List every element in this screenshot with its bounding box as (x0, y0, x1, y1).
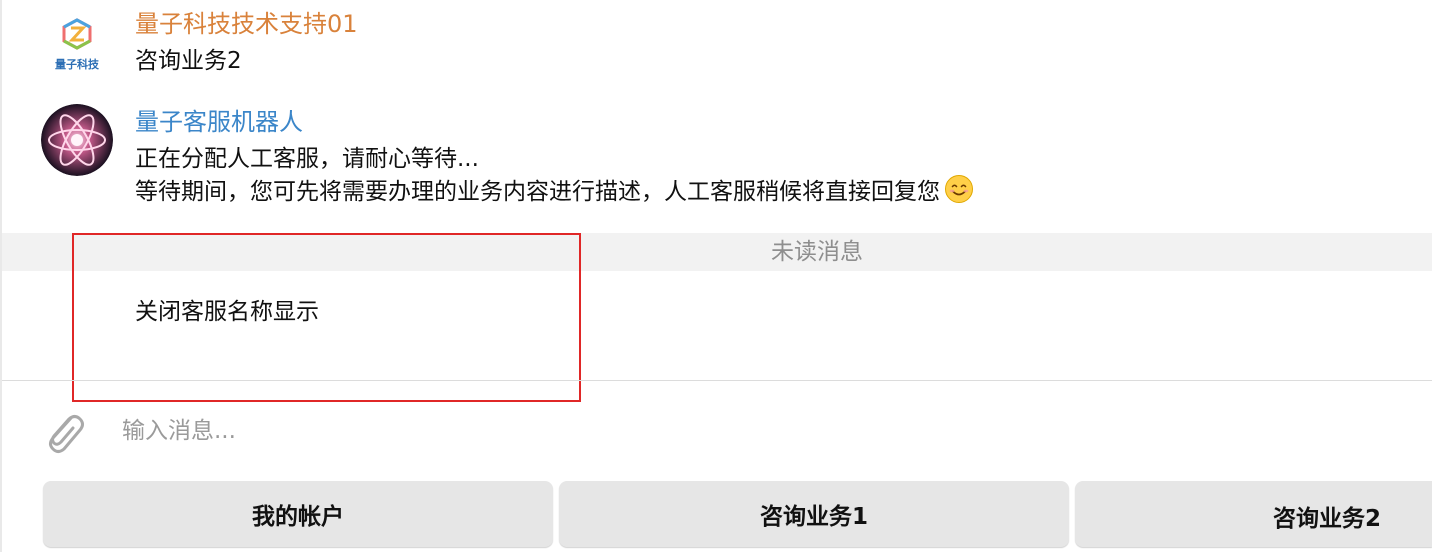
chat-left-border (0, 0, 2, 552)
message-sender-name[interactable]: 量子科技技术支持01 (135, 9, 358, 39)
paperclip-icon (49, 415, 84, 453)
keyboard-button-consult-business-1[interactable]: 咨询业务1 (559, 481, 1069, 547)
unread-messages-divider: 未读消息 (2, 233, 1432, 271)
avatar-logo-caption: 量子科技 (55, 58, 99, 71)
unread-messages-label: 未读消息 (771, 239, 863, 265)
keyboard-button-consult-business-2[interactable]: 咨询业务2 (1075, 481, 1432, 547)
keyboard-button-label: 咨询业务2 (1273, 506, 1382, 532)
sender-avatar-robot[interactable] (41, 104, 113, 176)
composer-divider (2, 380, 1432, 381)
atom-icon (41, 104, 113, 176)
system-notice-message: 关闭客服名称显示 (135, 299, 319, 325)
message-sender-name[interactable]: 量子客服机器人 (135, 107, 303, 137)
message-text: 等待期间，您可先将需要办理的业务内容进行描述，人工客服稍候将直接回复您 (135, 179, 940, 205)
message-text-line-1: 正在分配人工客服，请耐心等待... (135, 146, 479, 172)
smiling-face-emoji-icon (944, 174, 974, 204)
message-input[interactable] (122, 410, 1372, 452)
message-text: 咨询业务2 (135, 48, 242, 74)
message-text-line-2: 等待期间，您可先将需要办理的业务内容进行描述，人工客服稍候将直接回复您 (135, 174, 974, 207)
attach-button[interactable] (38, 403, 88, 459)
keyboard-button-my-account[interactable]: 我的帐户 (43, 481, 553, 547)
